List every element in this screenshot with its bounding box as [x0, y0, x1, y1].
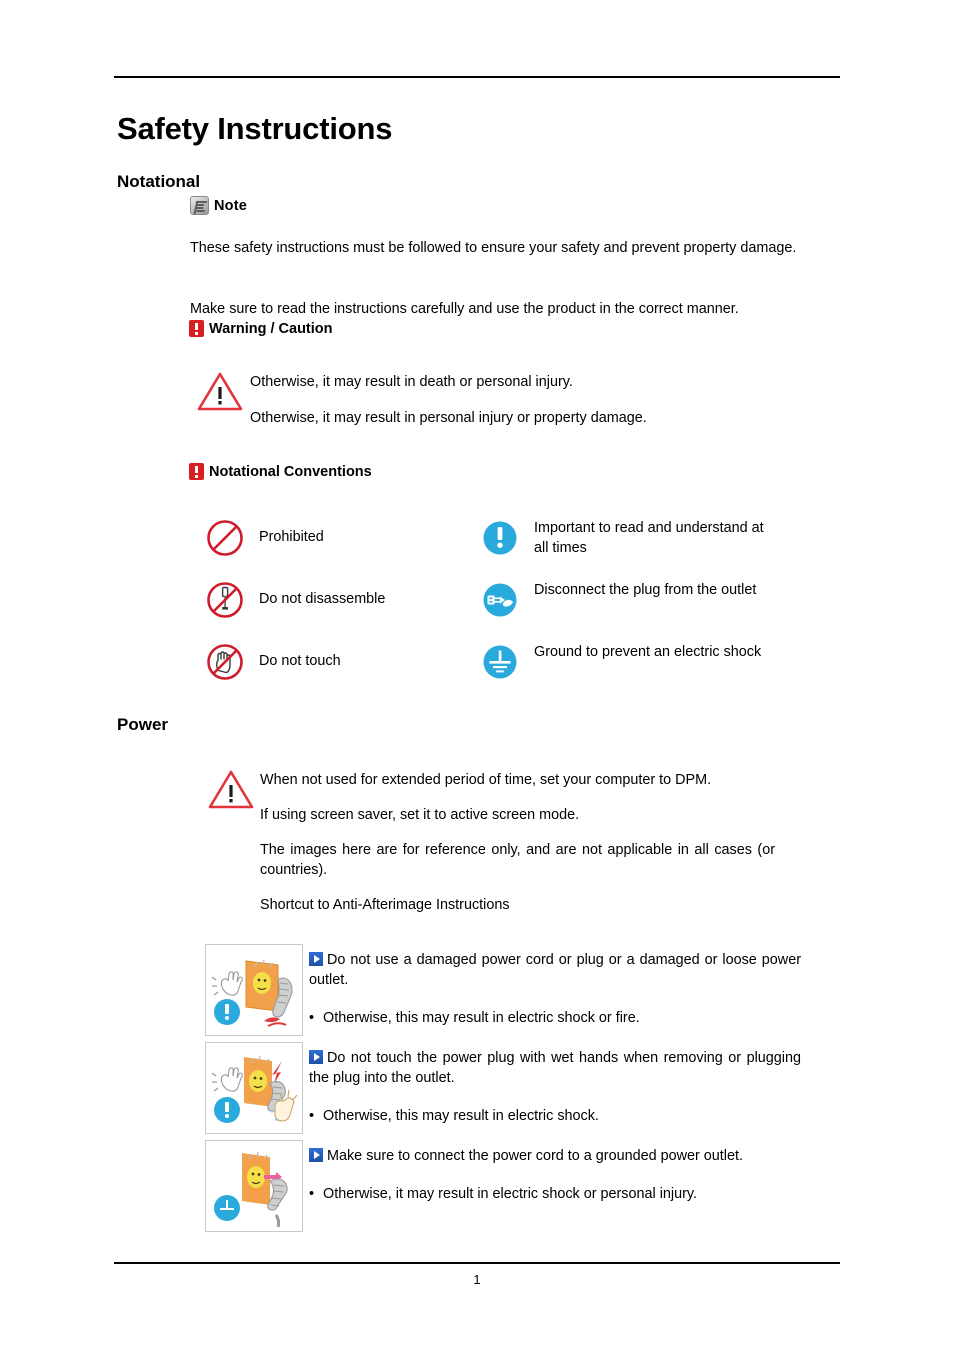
page-title: Safety Instructions	[117, 111, 393, 146]
warning-exclamation-icon	[189, 320, 204, 337]
convention-item-disconnect-plug: Disconnect the plug from the outlet	[480, 580, 764, 620]
power-line-1: When not used for extended period of tim…	[260, 772, 712, 788]
warning-lead-3: Make sure to connect the power cord to a…	[309, 1146, 801, 1166]
grounded-outlet-illustration	[205, 1140, 303, 1232]
warning-text-3: Make sure to connect the power cord to a…	[303, 1140, 801, 1204]
important-exclamation-icon	[480, 518, 520, 558]
note-pencil-icon	[190, 196, 209, 215]
convention-item-ground: Ground to prevent an electric shock	[480, 642, 764, 682]
warning-caution-callout: Warning / Caution	[189, 320, 333, 337]
do-not-touch-icon	[205, 642, 245, 682]
damaged-power-cord-illustration	[205, 944, 303, 1036]
warning-sub-2: Otherwise, this may result in electric s…	[309, 1106, 801, 1126]
disconnect-plug-icon	[480, 580, 520, 620]
prohibited-icon	[205, 518, 245, 558]
conventions-exclamation-icon	[189, 463, 204, 480]
blue-arrow-bullet-icon	[309, 1148, 323, 1162]
warning-lead-text-1: Do not use a damaged power cord or plug …	[309, 952, 801, 988]
notational-paragraph-1: These safety instructions must be follow…	[190, 240, 797, 256]
notational-paragraph-2: Make sure to read the instructions caref…	[190, 301, 739, 317]
convention-label-prohibited: Prohibited	[259, 529, 324, 545]
warning-line-1: Otherwise, it may result in death or per…	[250, 374, 573, 390]
do-not-disassemble-icon	[205, 580, 245, 620]
convention-item-important: Important to read and understand at all …	[480, 518, 764, 558]
warning-text-1: Do not use a damaged power cord or plug …	[303, 944, 801, 1028]
convention-label-important: Important to read and understand at all …	[534, 520, 764, 556]
document-page: Safety Instructions Notational Note Thes…	[0, 0, 954, 1350]
convention-label-do-not-touch: Do not touch	[259, 653, 341, 669]
power-caution-triangle-icon	[207, 768, 255, 815]
table-row: Do not use a damaged power cord or plug …	[205, 944, 805, 1036]
warning-lead-text-3: Make sure to connect the power cord to a…	[327, 1148, 743, 1164]
power-line-3: The images here are for reference only, …	[260, 842, 775, 878]
warning-lead-2: Do not touch the power plug with wet han…	[309, 1048, 801, 1088]
warning-lead-text-2: Do not touch the power plug with wet han…	[309, 1050, 801, 1086]
note-label: Note	[214, 197, 248, 214]
note-callout: Note	[190, 196, 247, 215]
blue-arrow-bullet-icon	[309, 1050, 323, 1064]
ground-icon	[480, 642, 520, 682]
ground-icon	[214, 1195, 240, 1221]
table-row: Do not touch the power plug with wet han…	[205, 1042, 805, 1134]
footer-rule	[114, 1262, 840, 1264]
convention-item-do-not-touch: Do not touch	[205, 642, 489, 682]
power-line-2: If using screen saver, set it to active …	[260, 807, 580, 823]
warning-sub-3: Otherwise, it may result in electric sho…	[309, 1184, 801, 1204]
section-heading-notational: Notational	[117, 172, 201, 191]
convention-item-do-not-disassemble: Do not disassemble	[205, 580, 489, 620]
warning-text-2: Do not touch the power plug with wet han…	[303, 1042, 801, 1126]
warning-sub-1: Otherwise, this may result in electric s…	[309, 1008, 801, 1028]
notational-conventions-callout: Notational Conventions	[189, 463, 372, 480]
caution-triangle-icon	[196, 370, 244, 417]
warning-caution-label: Warning / Caution	[209, 320, 333, 337]
page-number: 1	[473, 1272, 481, 1287]
wet-hands-plug-illustration	[205, 1042, 303, 1134]
notational-conventions-label: Notational Conventions	[209, 463, 372, 480]
power-line-4: Shortcut to Anti-Afterimage Instructions	[260, 897, 510, 913]
blue-arrow-bullet-icon	[309, 952, 323, 966]
section-heading-power: Power	[117, 715, 169, 734]
warning-line-2: Otherwise, it may result in personal inj…	[250, 410, 647, 426]
header-rule	[114, 76, 840, 78]
convention-label-ground: Ground to prevent an electric shock	[534, 644, 762, 660]
warning-lead-1: Do not use a damaged power cord or plug …	[309, 950, 801, 990]
power-warning-table: Do not use a damaged power cord or plug …	[205, 944, 805, 1232]
convention-label-disconnect-plug: Disconnect the plug from the outlet	[534, 582, 757, 598]
important-exclamation-icon	[214, 999, 240, 1025]
convention-label-do-not-disassemble: Do not disassemble	[259, 591, 386, 607]
table-row: Make sure to connect the power cord to a…	[205, 1140, 805, 1232]
convention-item-prohibited: Prohibited	[205, 518, 489, 558]
important-exclamation-icon	[214, 1097, 240, 1123]
